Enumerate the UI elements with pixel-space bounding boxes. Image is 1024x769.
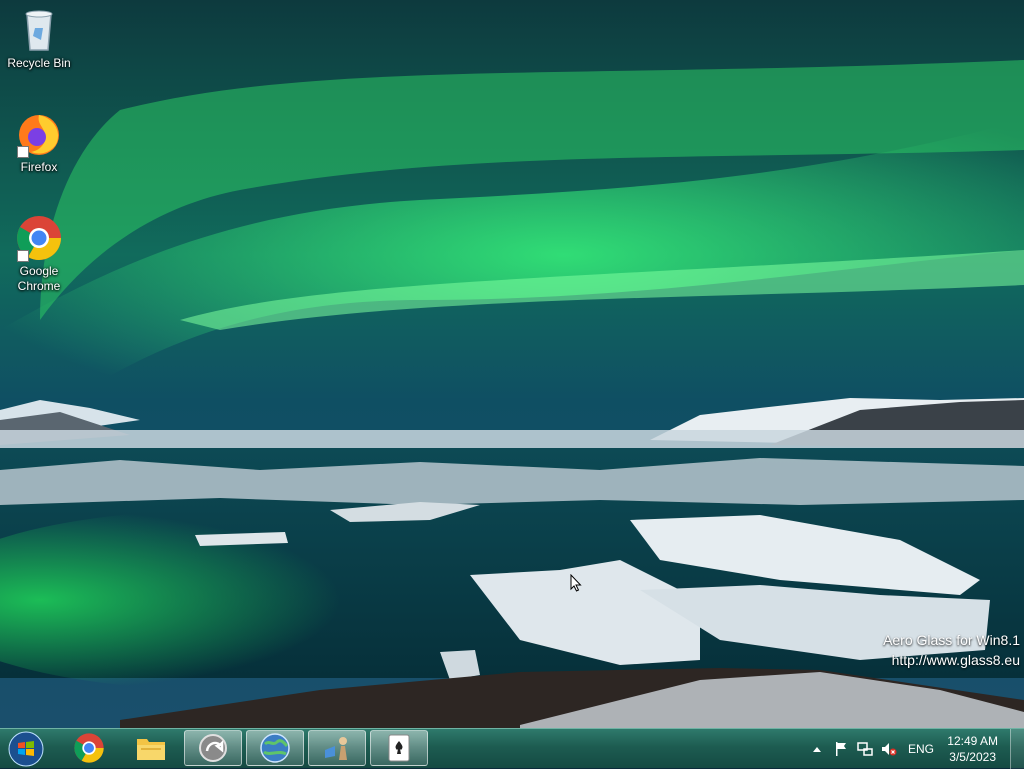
- desktop-wallpaper: [0, 0, 1024, 728]
- chevron-up-icon: [813, 747, 821, 752]
- globe-app-icon: [260, 733, 290, 763]
- action-center-flag-icon[interactable]: [832, 740, 850, 758]
- app-arrow-icon: [199, 734, 227, 762]
- mouse-cursor-icon: [570, 574, 582, 592]
- chrome-icon: [15, 214, 63, 262]
- network-icon-glyph: [857, 742, 873, 756]
- solitaire-icon: [388, 734, 410, 762]
- taskbar-solitaire-button[interactable]: [370, 730, 428, 766]
- volume-muted-icon[interactable]: [880, 740, 898, 758]
- taskbar-file-explorer-button[interactable]: [122, 730, 180, 766]
- clock-date: 3/5/2023: [949, 750, 996, 764]
- aero-glass-watermark: Aero Glass for Win8.1 http://www.glass8.…: [883, 630, 1020, 670]
- network-icon[interactable]: [856, 740, 874, 758]
- desktop-icon-firefox[interactable]: Firefox: [4, 110, 74, 175]
- desktop-icon-label: Recycle Bin: [7, 56, 71, 70]
- chess-app-icon: [325, 737, 347, 760]
- taskbar: ENG 12:49 AM 3/5/2023: [0, 728, 1024, 769]
- system-tray: ENG 12:49 AM 3/5/2023: [804, 729, 1024, 769]
- desktop-icon-google-chrome[interactable]: Google Chrome: [4, 214, 74, 294]
- taskbar-chrome-button[interactable]: [60, 730, 118, 766]
- watermark-line1: Aero Glass for Win8.1: [883, 632, 1020, 648]
- file-explorer-icon: [137, 739, 165, 760]
- desktop-icon-recycle-bin[interactable]: Recycle Bin: [4, 6, 74, 71]
- chrome-icon: [74, 733, 104, 763]
- shortcut-arrow-icon: [17, 146, 29, 158]
- speaker-muted-icon: [882, 743, 897, 756]
- windows-logo-icon: [8, 731, 44, 767]
- show-desktop-button[interactable]: [1010, 729, 1024, 769]
- clock[interactable]: 12:49 AM 3/5/2023: [947, 733, 998, 765]
- input-language-indicator[interactable]: ENG: [904, 740, 938, 758]
- firefox-icon: [15, 110, 63, 158]
- taskbar-arrow-app-button[interactable]: [184, 730, 242, 766]
- watermark-line2: http://www.glass8.eu: [891, 652, 1020, 668]
- desktop-icon-label: Google Chrome: [17, 264, 61, 293]
- shortcut-arrow-icon: [17, 250, 29, 262]
- start-button[interactable]: [6, 730, 46, 768]
- taskbar-chess-app-button[interactable]: [308, 730, 366, 766]
- clock-time: 12:49 AM: [947, 734, 998, 748]
- desktop-icon-label: Firefox: [20, 160, 58, 174]
- recycle-bin-icon: [15, 6, 63, 54]
- show-hidden-icons-button[interactable]: [810, 740, 824, 758]
- taskbar-globe-app-button[interactable]: [246, 730, 304, 766]
- flag-icon: [836, 742, 846, 756]
